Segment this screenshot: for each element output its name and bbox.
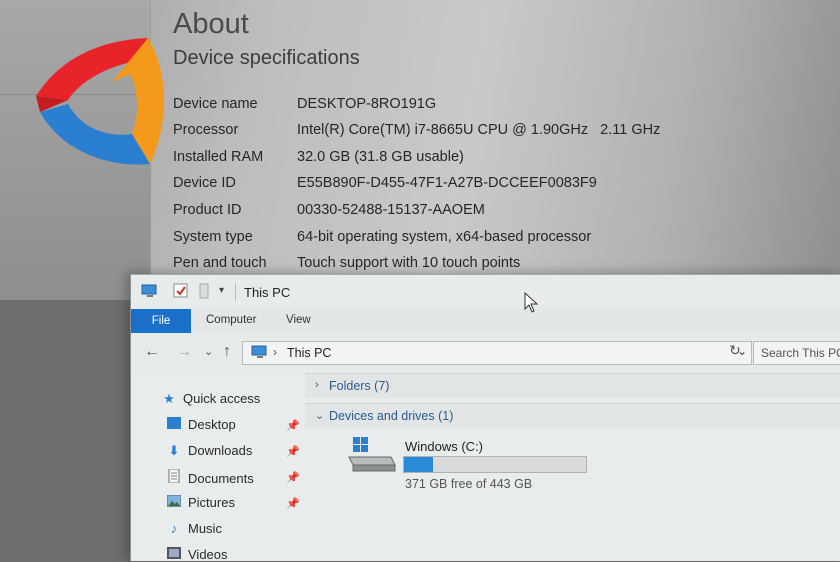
sidebar-item-label: Documents: [188, 471, 254, 486]
window-title: This PC: [244, 285, 291, 300]
navigation-bar: ← → ⌄ ↑ › This PC ⌄ ↻ Search This PC: [131, 333, 840, 371]
spec-label: Processor: [173, 122, 239, 138]
drive-usage-bar: [403, 456, 587, 473]
documents-icon: [166, 468, 182, 486]
tab-computer[interactable]: Computer: [206, 314, 257, 326]
music-icon: ♪: [170, 521, 178, 536]
sidebar-item-downloads[interactable]: ⬇ Downloads: [166, 443, 253, 459]
title-bar: ▾ This PC: [131, 275, 840, 309]
search-placeholder: Search This PC: [761, 346, 840, 360]
chevron-right-icon: ›: [315, 379, 319, 391]
pictures-icon: [166, 494, 182, 510]
customize-toolbar-icon[interactable]: ▾: [219, 285, 224, 296]
refresh-icon[interactable]: ↻: [725, 342, 745, 362]
drive-name: Windows (C:): [405, 439, 484, 454]
sidebar-item-label: Desktop: [188, 417, 236, 432]
group-label: Folders (7): [329, 379, 390, 393]
spec-value: 32.0 GB (31.8 GB usable): [297, 149, 464, 165]
group-header-devices[interactable]: ⌄ Devices and drives (1): [305, 403, 840, 428]
properties-icon[interactable]: [173, 283, 189, 304]
page-title: About: [173, 8, 249, 40]
pin-icon[interactable]: 📌: [286, 419, 300, 432]
desktop-icon: [166, 417, 182, 432]
this-pc-icon: [141, 283, 159, 304]
brand-logo-icon: [36, 38, 164, 165]
pin-icon[interactable]: 📌: [286, 471, 300, 484]
quick-access-label: Quick access: [183, 391, 261, 406]
spec-value: 64-bit operating system, x64-based proce…: [297, 229, 592, 245]
toolbar-divider: [235, 283, 236, 301]
drive-free-space: 371 GB free of 443 GB: [405, 477, 533, 491]
hard-drive-icon: [348, 437, 396, 472]
tab-file[interactable]: File: [131, 309, 191, 333]
sidebar-item-music[interactable]: ♪ Music: [166, 521, 222, 536]
group-label: Devices and drives (1): [329, 409, 454, 423]
navigation-pane: ★ Quick access Desktop 📌 ⬇ Downloads 📌 Doc…: [131, 371, 301, 562]
sidebar-item-label: Downloads: [188, 443, 253, 458]
spec-label: Device ID: [173, 175, 236, 191]
ribbon-tabs: File Computer View: [131, 309, 840, 334]
address-bar[interactable]: › This PC ⌄: [242, 341, 752, 365]
spec-label: Device name: [173, 96, 258, 112]
pin-icon[interactable]: 📌: [286, 497, 300, 510]
new-folder-icon[interactable]: [199, 283, 209, 304]
this-pc-icon: [251, 345, 269, 365]
spec-value: Intel(R) Core(TM) i7-8665U CPU @ 1.90GHz…: [297, 122, 661, 138]
search-input[interactable]: Search This PC: [753, 341, 840, 365]
back-arrow-icon[interactable]: ←: [144, 343, 160, 361]
up-arrow-icon[interactable]: ↑: [223, 343, 231, 361]
drive-usage-fill: [404, 457, 434, 472]
spec-label: System type: [173, 229, 253, 245]
spec-label: Product ID: [173, 202, 242, 218]
sidebar-item-pictures[interactable]: Pictures: [166, 494, 235, 510]
spec-label: Pen and touch: [173, 255, 267, 271]
spec-value: 00330-52488-15137-AAOEM: [297, 202, 485, 218]
spec-label: Installed RAM: [173, 149, 264, 165]
spec-value: E55B890F-D455-47F1-A27B-DCCEEF0083F9: [297, 175, 597, 191]
device-specifications-heading: Device specifications: [173, 47, 360, 69]
star-icon: ★: [163, 391, 175, 406]
forward-arrow-icon[interactable]: →: [176, 343, 192, 361]
content-pane: › Folders (7) ⌄ Devices and drives (1) W…: [303, 371, 840, 561]
sidebar-item-desktop[interactable]: Desktop: [166, 417, 236, 432]
sidebar-item-label: Pictures: [188, 495, 235, 510]
chevron-down-icon: ⌄: [315, 410, 325, 422]
breadcrumb[interactable]: This PC: [287, 346, 331, 360]
pin-icon[interactable]: 📌: [286, 445, 300, 458]
sidebar-item-label: Music: [188, 521, 222, 536]
spec-value: Touch support with 10 touch points: [297, 255, 521, 271]
breadcrumb-chevron-icon[interactable]: ›: [273, 345, 277, 359]
file-explorer-window: ▾ This PC File Computer View ← → ⌄ ↑ › T…: [130, 274, 840, 562]
quick-access[interactable]: ★ Quick access: [161, 391, 260, 407]
mouse-cursor-icon: [524, 292, 539, 313]
group-header-folders[interactable]: › Folders (7): [305, 373, 840, 398]
sidebar-item-documents[interactable]: Documents: [166, 468, 254, 486]
tab-view[interactable]: View: [286, 314, 311, 326]
recent-locations-chevron-icon[interactable]: ⌄: [204, 345, 213, 358]
download-icon: ⬇: [168, 443, 180, 458]
spec-value: DESKTOP-8RO191G: [297, 96, 437, 112]
